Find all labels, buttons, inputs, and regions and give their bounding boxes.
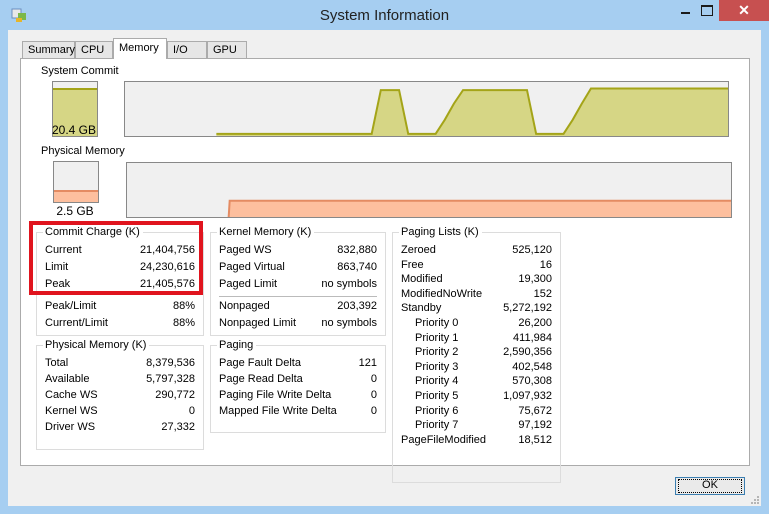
paging-list-row: Priority 7 97,192 xyxy=(415,419,552,432)
paging-title: Paging xyxy=(217,339,257,351)
kernel-paged-limit-row: Paged Limit no symbols xyxy=(219,278,377,290)
kernel-nonpaged-row: Nonpaged 203,392 xyxy=(219,300,377,312)
physical-memory-group: Physical Memory (K) Total 8,379,536 Avail… xyxy=(36,339,204,450)
system-commit-history-graph xyxy=(124,81,729,137)
phys-kernel-ws-row: Kernel WS 0 xyxy=(45,405,195,417)
kernel-paged-ws-row: Paged WS 832,880 xyxy=(219,244,377,256)
close-icon: ✕ xyxy=(738,2,750,18)
phys-available-row: Available 5,797,328 xyxy=(45,373,195,385)
kernel-nonpaged-limit-row: Nonpaged Limit no symbols xyxy=(219,317,377,329)
paging-list-row: Priority 6 75,672 xyxy=(415,404,552,417)
paging-list-row: Standby 5,272,192 xyxy=(401,302,552,315)
title-bar: System Information ✕ xyxy=(0,0,769,30)
commit-history-area xyxy=(216,88,728,136)
tab-summary[interactable]: Summary xyxy=(22,41,75,58)
tab-cpu[interactable]: CPU xyxy=(75,41,113,58)
physical-memory-gauge xyxy=(53,161,99,203)
gauge-fill xyxy=(54,190,98,202)
physical-history-area xyxy=(228,200,731,217)
physical-memory-value: 2.5 GB xyxy=(56,204,94,218)
paging-list-row: Priority 4 570,308 xyxy=(415,375,552,388)
paging-group: Paging Page Fault Delta 121 Page Read Del… xyxy=(210,339,386,433)
paging-lists-title: Paging Lists (K) xyxy=(399,226,482,238)
kernel-memory-group: Kernel Memory (K) Paged WS 832,880 Paged … xyxy=(210,226,386,336)
phys-cache-ws-row: Cache WS 290,772 xyxy=(45,389,195,401)
minimize-glyph xyxy=(681,12,690,14)
paging-read-delta-row: Page Read Delta 0 xyxy=(219,373,377,385)
commit-current-limit-row: Current/Limit 88% xyxy=(45,317,195,329)
paging-list-row: Priority 1 411,984 xyxy=(415,331,552,344)
paging-list-row: Free 16 xyxy=(401,258,552,271)
tab-io[interactable]: I/O xyxy=(167,41,207,58)
ok-button[interactable]: OK xyxy=(675,477,745,495)
paging-list-row: Priority 5 1,097,932 xyxy=(415,390,552,402)
phys-total-row: Total 8,379,536 xyxy=(45,357,195,369)
physical-memory-history-graph xyxy=(126,162,732,218)
highlight-annotation-box xyxy=(29,221,203,295)
system-commit-label: System Commit xyxy=(41,65,119,77)
paging-list-row: Priority 0 26,200 xyxy=(415,317,552,329)
tab-memory[interactable]: Memory xyxy=(113,38,167,59)
paging-lists-group: Paging Lists (K) Zeroed 525,120 Free 16 Modi… xyxy=(392,226,561,483)
physical-memory-label: Physical Memory xyxy=(41,145,125,157)
kernel-paged-virtual-row: Paged Virtual 863,740 xyxy=(219,261,377,273)
system-commit-value: 20.4 GB xyxy=(51,123,97,137)
paging-list-row: Zeroed 525,120 xyxy=(401,244,552,256)
paging-list-row: ModifiedNoWrite 152 xyxy=(401,287,552,300)
paging-list-row: Priority 2 2,590,356 xyxy=(415,346,552,359)
paging-list-row: Modified 19,300 xyxy=(401,273,552,286)
maximize-icon xyxy=(701,5,713,16)
kernel-memory-title: Kernel Memory (K) xyxy=(217,226,315,238)
paging-list-row: PageFileModified 18,512 xyxy=(401,433,552,446)
window-title: System Information xyxy=(319,7,450,24)
paging-fault-delta-row: Page Fault Delta 121 xyxy=(219,357,377,369)
minimize-button-area[interactable] xyxy=(676,0,696,21)
mapped-file-write-delta-row: Mapped File Write Delta 0 xyxy=(219,405,377,417)
commit-peak-limit-row: Peak/Limit 88% xyxy=(45,300,195,312)
resize-grip-icon[interactable] xyxy=(751,496,759,504)
phys-driver-ws-row: Driver WS 27,332 xyxy=(45,421,195,433)
paging-file-write-delta-row: Paging File Write Delta 0 xyxy=(219,389,377,401)
paging-list-row: Priority 3 402,548 xyxy=(415,360,552,373)
physical-memory-title: Physical Memory (K) xyxy=(43,339,150,351)
kernel-separator xyxy=(219,296,377,297)
tab-gpu[interactable]: GPU xyxy=(207,41,247,58)
ok-label: OK xyxy=(702,479,718,491)
close-button[interactable]: ✕ xyxy=(719,0,769,21)
maximize-button-area[interactable] xyxy=(698,0,718,21)
